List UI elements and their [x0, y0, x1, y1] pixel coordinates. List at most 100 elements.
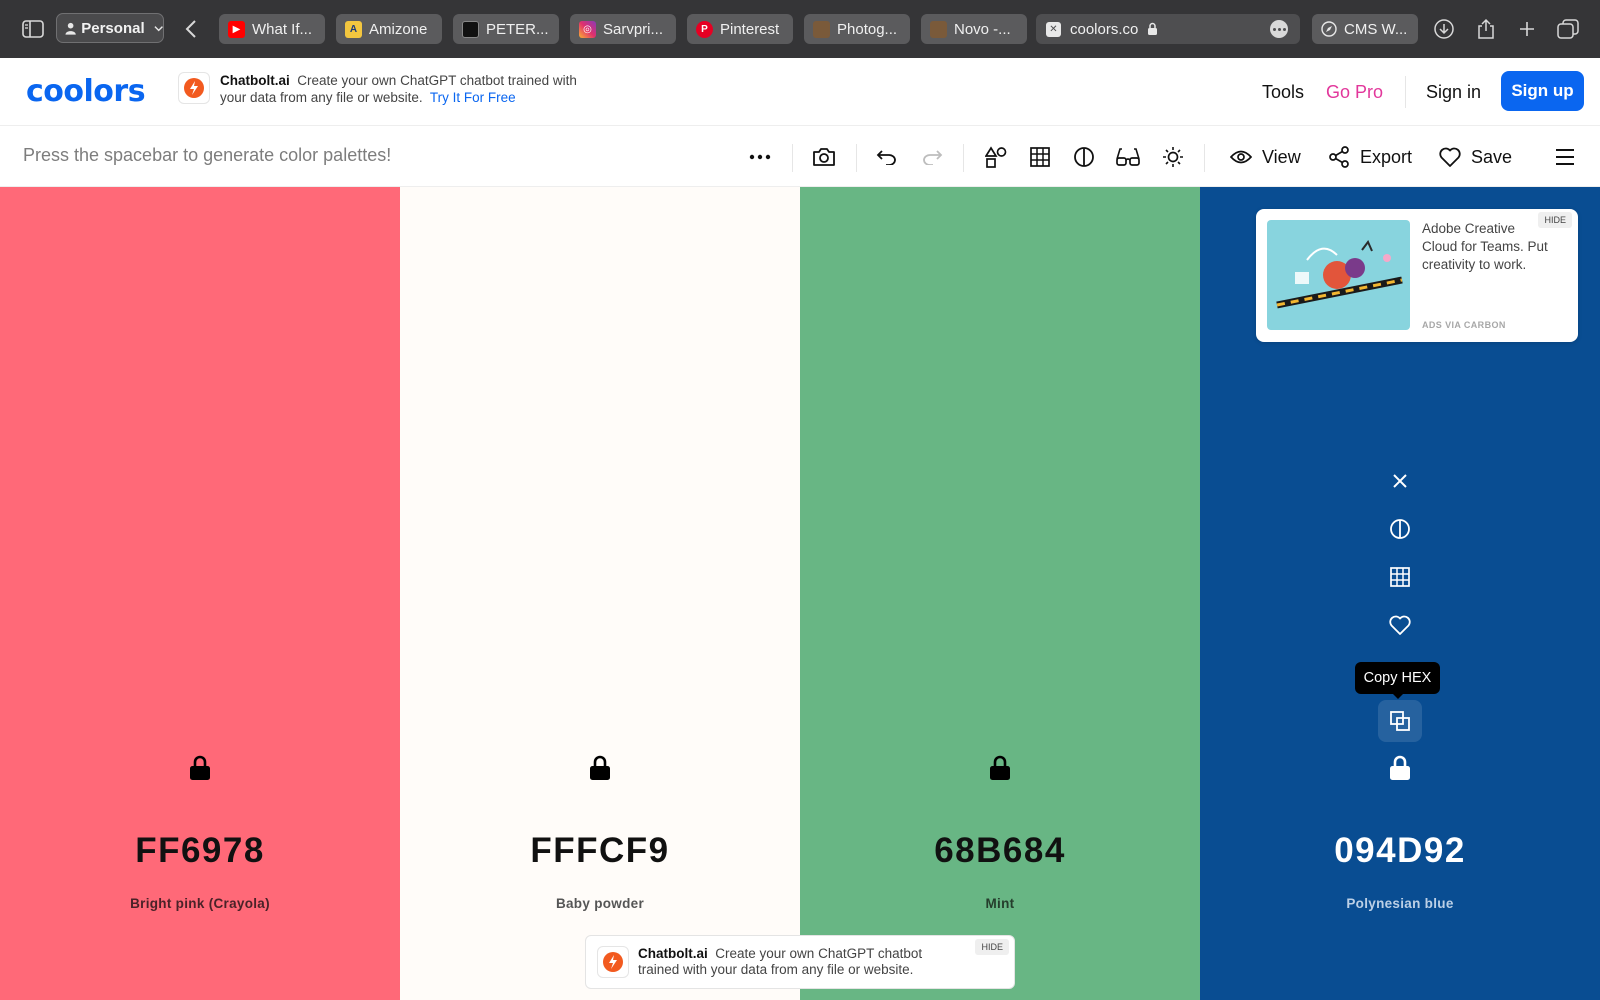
photo-icon	[930, 20, 947, 38]
hex-code[interactable]: FFFCF9	[400, 831, 800, 871]
lock-icon[interactable]	[188, 754, 212, 782]
hex-code[interactable]: 68B684	[800, 831, 1200, 871]
color-name: Bright pink (Crayola)	[130, 896, 270, 911]
photo-icon	[813, 20, 830, 38]
header-promo[interactable]: Chatbolt.ai Create your own ChatGPT chat…	[178, 72, 580, 106]
copy-icon[interactable]	[1378, 700, 1422, 742]
hide-ad-button[interactable]: HIDE	[1538, 212, 1572, 228]
pinned-tab[interactable]: CMS W...	[1312, 14, 1418, 44]
export-label: Export	[1360, 146, 1413, 167]
sign-up-button[interactable]: Sign up	[1501, 71, 1584, 111]
hex-code[interactable]: FF6978	[0, 831, 400, 871]
coolors-favicon-icon: ✕	[1046, 21, 1061, 37]
remove-color-icon[interactable]	[1386, 467, 1414, 495]
shades-icon[interactable]	[1386, 515, 1414, 543]
grid-icon[interactable]	[1386, 563, 1414, 591]
heart-icon[interactable]	[1386, 611, 1414, 639]
export-button[interactable]: Export	[1328, 142, 1412, 172]
sign-in-link[interactable]: Sign in	[1426, 58, 1481, 126]
tab-overview-icon[interactable]	[1556, 17, 1580, 41]
youtube-icon: ▶	[228, 20, 245, 38]
browser-tab[interactable]: ◎ Sarvpri...	[570, 14, 676, 44]
grid-icon[interactable]	[1027, 144, 1053, 170]
pinterest-icon: P	[696, 20, 713, 38]
download-icon[interactable]	[1432, 17, 1456, 41]
promo-brand: Chatbolt.ai	[638, 946, 708, 961]
nav-divider	[1405, 76, 1406, 108]
nav-go-pro[interactable]: Go Pro	[1326, 58, 1383, 126]
profile-label: Personal	[81, 19, 145, 37]
ad-text: Adobe Creative Cloud for Teams. Put crea…	[1422, 221, 1548, 272]
compass-icon	[1321, 21, 1337, 37]
carbon-ad[interactable]: Adobe Creative Cloud for Teams. Put crea…	[1256, 209, 1578, 342]
browser-tab[interactable]: Novo -...	[921, 14, 1027, 44]
lock-icon[interactable]	[588, 754, 612, 782]
share-icon[interactable]	[1474, 17, 1498, 41]
view-button[interactable]: View	[1230, 142, 1301, 172]
lock-icon[interactable]	[1388, 754, 1412, 782]
eye-icon	[1230, 150, 1252, 164]
share-nodes-icon	[1329, 146, 1349, 168]
save-button[interactable]: Save	[1439, 142, 1512, 172]
tab-title: Photog...	[837, 20, 898, 38]
tab-title: Novo -...	[954, 20, 1011, 38]
view-label: View	[1262, 146, 1301, 167]
undo-icon[interactable]	[874, 144, 900, 170]
address-text: coolors.co	[1070, 20, 1139, 38]
browser-toolbar: Personal ▶ What If... A Amizone PETER...…	[0, 0, 1600, 58]
instagram-icon: ◎	[579, 20, 596, 38]
address-bar[interactable]: ✕ coolors.co	[1036, 14, 1300, 44]
color-name: Mint	[985, 896, 1015, 911]
hide-banner-button[interactable]: HIDE	[975, 939, 1009, 955]
sidebar-toggle-icon[interactable]	[20, 17, 46, 41]
color-blindness-glasses-icon[interactable]	[1115, 144, 1141, 170]
browser-tab[interactable]: ▶ What If...	[219, 14, 325, 44]
more-options-icon[interactable]	[747, 144, 773, 170]
site-header: coolors Chatbolt.ai Create your own Chat…	[0, 58, 1600, 126]
shapes-icon[interactable]	[983, 144, 1009, 170]
person-icon	[65, 22, 76, 35]
camera-icon[interactable]	[811, 144, 837, 170]
promo-brand: Chatbolt.ai	[220, 73, 290, 88]
save-label: Save	[1471, 146, 1513, 167]
redo-icon[interactable]	[919, 144, 945, 170]
browser-tab[interactable]: P Pinterest	[687, 14, 793, 44]
browser-tab[interactable]: PETER...	[453, 14, 559, 44]
browser-tab[interactable]: A Amizone	[336, 14, 442, 44]
chatbolt-logo-icon	[597, 946, 629, 978]
bottom-promo-banner[interactable]: Chatbolt.ai Create your own ChatGPT chat…	[585, 935, 1015, 989]
color-swatch[interactable]: FFFCF9 Baby powder	[400, 187, 800, 1000]
profile-selector[interactable]: Personal	[56, 13, 164, 43]
copy-hex-tooltip: Copy HEX	[1355, 662, 1440, 699]
spacebar-hint: Press the spacebar to generate color pal…	[23, 145, 392, 165]
more-options-icon[interactable]	[1270, 20, 1288, 38]
lock-icon[interactable]	[988, 754, 1012, 782]
tab-title: Amizone	[369, 20, 428, 38]
nav-tools[interactable]: Tools	[1262, 58, 1304, 126]
tab-title: Sarvpri...	[603, 20, 664, 38]
tab-title: What If...	[252, 20, 313, 38]
brightness-icon[interactable]	[1160, 144, 1186, 170]
peter-icon	[462, 20, 479, 38]
chatbolt-logo-icon	[178, 72, 210, 104]
color-swatch[interactable]: FF6978 Bright pink (Crayola)	[0, 187, 400, 1000]
chevron-down-icon	[154, 25, 163, 31]
amizone-icon: A	[345, 20, 362, 38]
ad-illustration	[1267, 220, 1410, 330]
toolbar-divider	[1204, 144, 1205, 172]
heart-icon	[1439, 147, 1461, 167]
hex-code[interactable]: 094D92	[1200, 831, 1600, 871]
back-arrow-icon[interactable]	[180, 17, 202, 41]
color-swatch[interactable]: 68B684 Mint	[800, 187, 1200, 1000]
toolbar-divider	[792, 144, 793, 172]
promo-cta-link[interactable]: Try It For Free	[430, 90, 516, 105]
toolbar-divider	[856, 144, 857, 172]
hamburger-menu-icon[interactable]	[1552, 144, 1578, 170]
toolbar-divider	[963, 144, 964, 172]
tab-title: Pinterest	[720, 20, 780, 38]
contrast-icon[interactable]	[1071, 144, 1097, 170]
new-tab-icon[interactable]	[1515, 17, 1539, 41]
coolors-logo[interactable]: coolors	[26, 74, 146, 109]
lock-icon	[1148, 22, 1158, 35]
browser-tab[interactable]: Photog...	[804, 14, 910, 44]
